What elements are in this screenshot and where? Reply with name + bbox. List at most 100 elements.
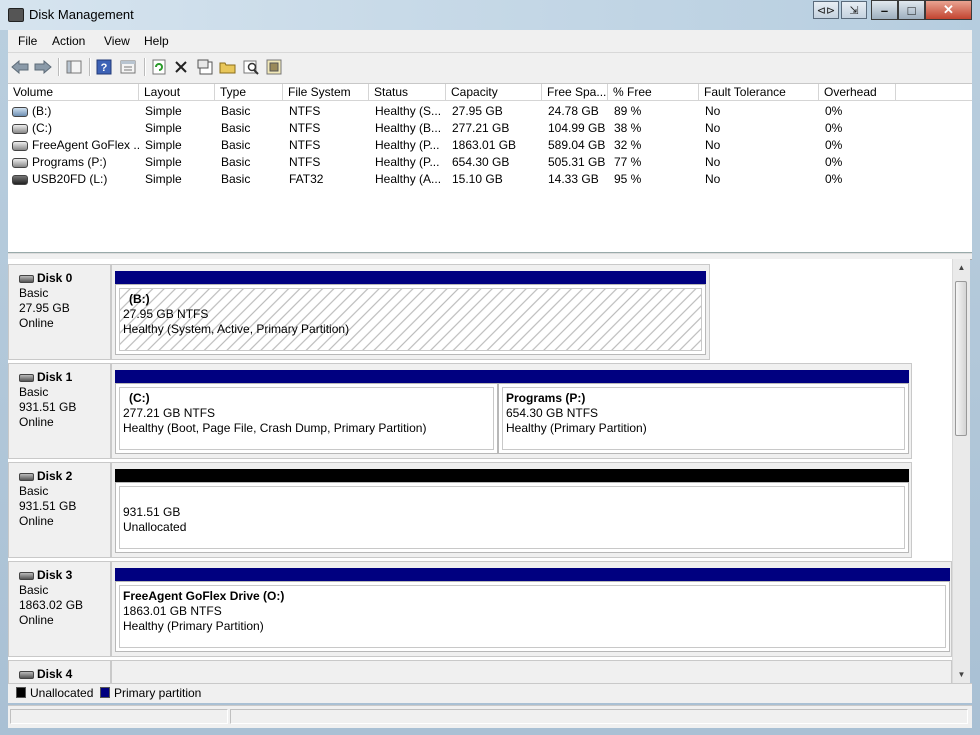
search-icon[interactable] — [241, 57, 261, 77]
menu-bar: File Action View Help — [8, 30, 972, 53]
column-header-free-space[interactable]: Free Spa... — [542, 84, 608, 101]
menu-help[interactable]: Help — [144, 34, 169, 48]
partition-status: Healthy (Primary Partition) — [506, 421, 647, 435]
type-cell: Basic — [221, 138, 251, 152]
volume-name: (B:) — [32, 104, 52, 118]
partition-programs[interactable]: Programs (P:) 654.30 GB NTFS Healthy (Pr… — [498, 370, 909, 454]
disk-state: Online — [19, 316, 54, 330]
column-header-overhead[interactable]: Overhead — [819, 84, 896, 101]
volume-cell: (B:) — [10, 103, 139, 120]
volume-cell: FreeAgent GoFlex ... — [10, 137, 139, 154]
volume-row[interactable]: (B:) Simple Basic NTFS Healthy (S... 27.… — [8, 103, 972, 120]
disk-label[interactable]: Disk 1 Basic 931.51 GB Online — [8, 363, 111, 459]
scroll-down-icon[interactable]: ▼ — [953, 666, 970, 683]
toolbar: ? — [8, 53, 972, 84]
disk-row[interactable]: Disk 1 Basic 931.51 GB Online (C:) 277.2… — [8, 363, 952, 462]
scroll-up-icon[interactable]: ▲ — [953, 259, 970, 276]
refresh-icon[interactable] — [149, 57, 169, 77]
status-pane — [230, 709, 968, 724]
fault-tolerance-cell: No — [705, 172, 721, 186]
volume-icon — [12, 140, 28, 151]
disk-label[interactable]: Disk 0 Basic 27.95 GB Online — [8, 264, 111, 360]
disk-size: 931.51 GB — [19, 499, 77, 513]
minimize-button[interactable]: – — [871, 0, 898, 20]
app-switch-icon[interactable]: ⇲ — [841, 1, 867, 19]
disk-label[interactable]: Disk 3 Basic 1863.02 GB Online — [8, 561, 111, 657]
legend-unallocated: Unallocated — [30, 686, 94, 700]
column-header-capacity[interactable]: Capacity — [446, 84, 542, 101]
disk-partition-area — [111, 660, 952, 683]
back-arrow-icon[interactable] — [10, 57, 30, 77]
column-header-layout[interactable]: Layout — [139, 84, 215, 101]
disk-row[interactable]: Disk 0 Basic 27.95 GB Online (B:) 27.95 … — [8, 264, 952, 363]
partition-body: FreeAgent GoFlex Drive (O:) 1863.01 GB N… — [115, 581, 950, 652]
properties-icon[interactable] — [195, 57, 215, 77]
volume-row[interactable]: (C:) Simple Basic NTFS Healthy (B... 277… — [8, 120, 972, 137]
disk-type: Basic — [19, 484, 49, 498]
scrollbar-thumb[interactable] — [955, 281, 967, 436]
capacity-cell: 654.30 GB — [452, 155, 510, 169]
volume-row[interactable]: Programs (P:) Simple Basic NTFS Healthy … — [8, 154, 972, 171]
partition-content: Programs (P:) 654.30 GB NTFS Healthy (Pr… — [502, 387, 905, 450]
disk-row[interactable]: Disk 2 Basic 931.51 GB Online 931.51 GB … — [8, 462, 952, 561]
menu-view[interactable]: View — [104, 34, 130, 48]
check-disk-icon[interactable] — [264, 57, 284, 77]
delete-icon[interactable] — [171, 57, 191, 77]
type-cell: Basic — [221, 121, 251, 135]
disk-row[interactable]: Disk 4 — [8, 660, 952, 683]
partition-title: Programs (P:) — [506, 391, 586, 405]
column-header-file-system[interactable]: File System — [283, 84, 369, 101]
partition-b[interactable]: (B:) 27.95 GB NTFS Healthy (System, Acti… — [115, 271, 706, 355]
disk-label[interactable]: Disk 2 Basic 931.51 GB Online — [8, 462, 111, 558]
partition-body: 931.51 GB Unallocated — [115, 482, 909, 553]
help-icon[interactable]: ? — [94, 57, 114, 77]
disk-row[interactable]: Disk 3 Basic 1863.02 GB Online FreeAgent… — [8, 561, 952, 660]
disk-state: Online — [19, 514, 54, 528]
column-header-percent-free[interactable]: % Free — [608, 84, 699, 101]
partition-size: 654.30 GB NTFS — [506, 406, 599, 420]
menu-file[interactable]: File — [18, 34, 37, 48]
layout-cell: Simple — [145, 155, 182, 169]
status-cell: Healthy (A... — [375, 172, 442, 186]
partition-type-bar — [115, 568, 950, 581]
free-space-cell: 24.78 GB — [548, 104, 599, 118]
svg-text:?: ? — [101, 62, 108, 74]
column-header-fault-tolerance[interactable]: Fault Tolerance — [699, 84, 819, 101]
aero-peek-icon[interactable]: ⊲⊳ — [813, 1, 839, 19]
status-bar — [8, 705, 972, 728]
volume-icon — [12, 106, 28, 117]
console-tree-icon[interactable] — [64, 57, 84, 77]
close-button[interactable]: ✕ — [925, 0, 972, 20]
disk-name: Disk 3 — [37, 568, 73, 582]
partition-freeagent[interactable]: FreeAgent GoFlex Drive (O:) 1863.01 GB N… — [115, 568, 950, 652]
disk-icon — [19, 670, 34, 679]
column-header-volume[interactable]: Volume — [8, 84, 139, 101]
column-header-type[interactable]: Type — [215, 84, 283, 101]
partition-c[interactable]: (C:) 277.21 GB NTFS Healthy (Boot, Page … — [115, 370, 498, 454]
volume-row[interactable]: USB20FD (L:) Simple Basic FAT32 Healthy … — [8, 171, 972, 188]
unallocated-space[interactable]: 931.51 GB Unallocated — [115, 469, 909, 553]
maximize-button[interactable]: □ — [898, 0, 925, 20]
disk-partition-area: (C:) 277.21 GB NTFS Healthy (Boot, Page … — [111, 363, 912, 459]
forward-arrow-icon[interactable] — [33, 57, 53, 77]
primary-partition-swatch — [100, 687, 110, 698]
disk-name: Disk 1 — [37, 370, 73, 384]
type-cell: Basic — [221, 104, 251, 118]
open-folder-icon[interactable] — [218, 57, 238, 77]
column-header-status[interactable]: Status — [369, 84, 446, 101]
type-cell: Basic — [221, 172, 251, 186]
volume-row[interactable]: FreeAgent GoFlex ... Simple Basic NTFS H… — [8, 137, 972, 154]
disk-partition-area: FreeAgent GoFlex Drive (O:) 1863.01 GB N… — [111, 561, 952, 657]
disk-size: 931.51 GB — [19, 400, 77, 414]
usb-drive-icon — [12, 174, 28, 185]
layout-cell: Simple — [145, 172, 182, 186]
volume-list[interactable]: Volume Layout Type File System Status Ca… — [8, 84, 972, 253]
title-bar[interactable]: Disk Management ⊲⊳ ⇲ – □ ✕ — [0, 0, 980, 30]
properties-pane-icon[interactable] — [118, 57, 138, 77]
file-system-cell: NTFS — [289, 138, 321, 152]
menu-action[interactable]: Action — [52, 34, 85, 48]
disk-label[interactable]: Disk 4 — [8, 660, 111, 683]
capacity-cell: 1863.01 GB — [452, 138, 517, 152]
vertical-scrollbar[interactable]: ▲ ▼ — [952, 259, 970, 683]
disk-size: 1863.02 GB — [19, 598, 84, 612]
